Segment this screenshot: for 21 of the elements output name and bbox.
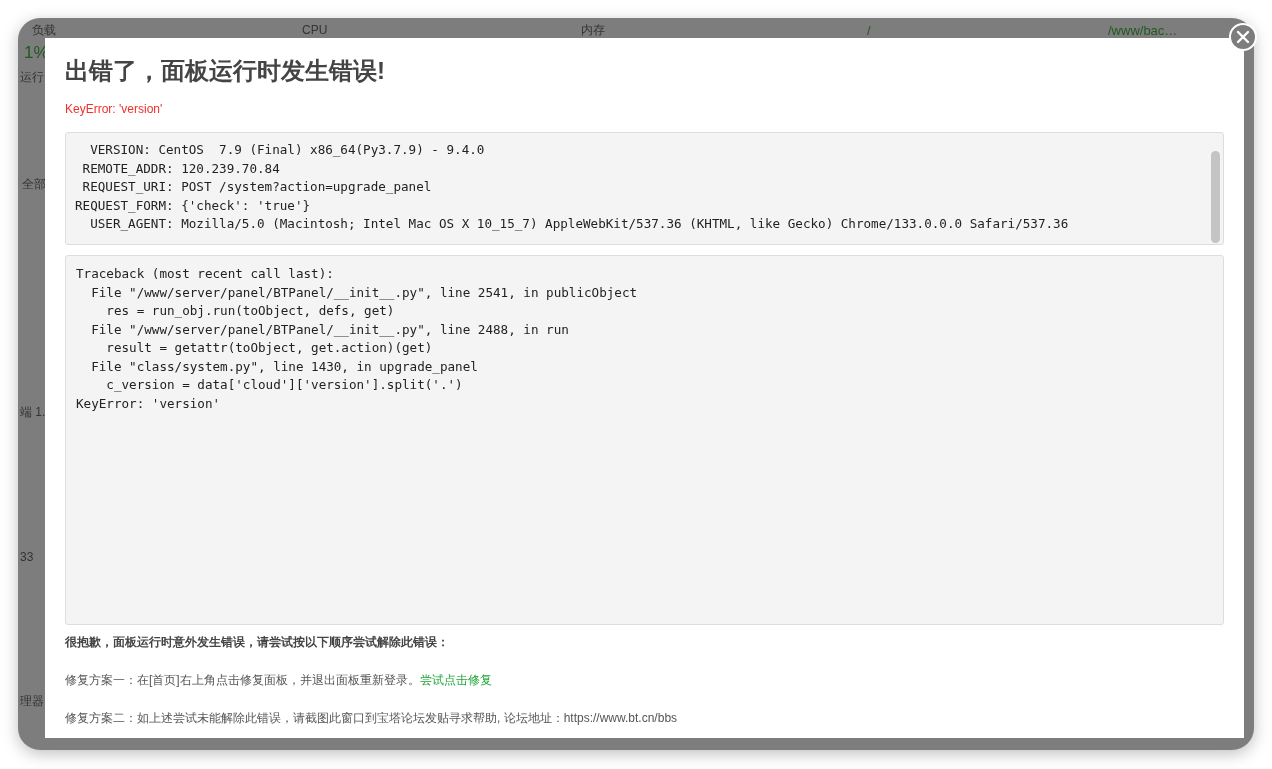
background-label: /www/bac… [1108, 22, 1178, 40]
scrollbar-thumb[interactable] [1211, 151, 1220, 243]
background-label: 33 [20, 549, 34, 566]
background-label: 内存 [581, 22, 605, 39]
background-label: CPU [302, 22, 328, 39]
apology-text: 很抱歉，面板运行时意外发生错误，请尝试按以下顺序尝试解除此错误： [65, 634, 450, 651]
background-label: 全部 [22, 176, 46, 193]
error-message: KeyError: 'version' [65, 101, 164, 118]
dialog-title: 出错了，面板运行时发生错误! [65, 56, 386, 86]
background-label: / [867, 22, 871, 40]
try-fix-link[interactable]: 尝试点击修复 [419, 673, 492, 687]
close-button[interactable] [1229, 23, 1257, 51]
close-icon [1235, 29, 1251, 45]
fix-one-text: 修复方案一：在[首页]右上角点击修复面板，并退出面板重新登录。 [65, 673, 420, 687]
background-label: 端 1. [20, 404, 46, 421]
background-label: 负载 [32, 22, 56, 39]
traceback-text: Traceback (most recent call last): File "/www/server/panel/BTPanel/__init__.py", line 2541, in publicObject res = run_obj.run(toObject, defs, get) File "/www/server/panel/BTPanel/__init__.py", line 2488, in run result = getattr(toObject, get.action)(get) File "class/system.py", line 1430, in upgrade_panel c_version = data['cloud']['version'].split('.') KeyError: 'version' [65, 255, 1224, 625]
fix-two-text: 修复方案二：如上述尝试未能解除此错误，请截图此窗口到宝塔论坛发贴寻求帮助, 论坛地址：https://www.bt.cn/bbs [65, 710, 679, 727]
request-info: VERSION: CentOS 7.9 (Final) x86_64(Py3.7.9) - 9.4.0 REMOTE_ADDR: 120.239.70.84 REQUEST_URI: POST /system?action=upgrade_panel REQUEST_FORM: {'check': 'true'} USER_AGENT: Mozilla/5.0 (Macintosh; Intel Mac OS X 10_15_7) AppleWebKit/537.36 (KHTML, like Gecko) Chrome/133.0.0.0 Safari/537.36 [75, 141, 1070, 233]
background-label: 运行 [20, 69, 44, 86]
background-label: 理器 [20, 693, 44, 710]
